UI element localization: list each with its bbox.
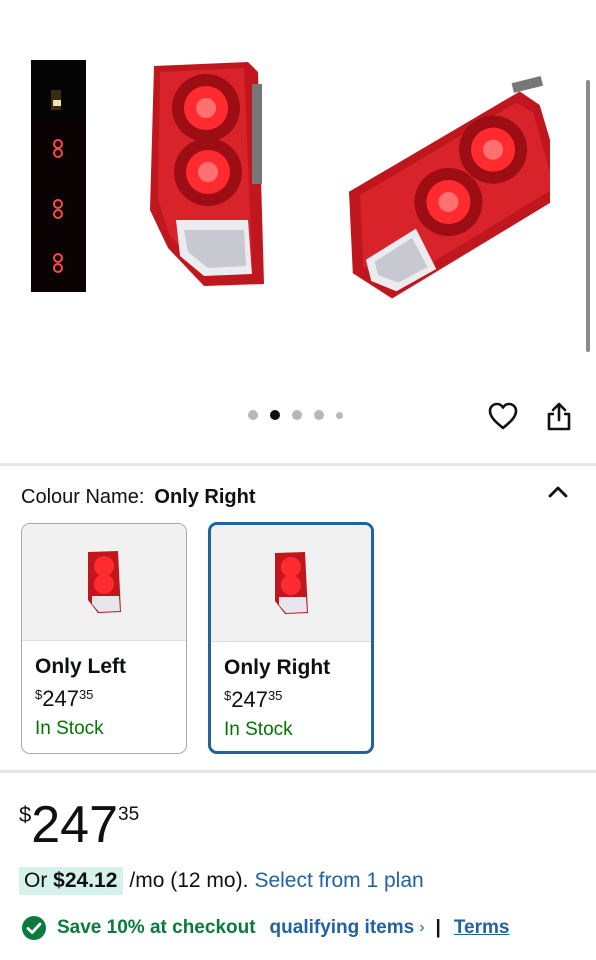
pagination-dot[interactable] xyxy=(336,411,343,419)
qualifying-items-link[interactable]: qualifying items xyxy=(270,917,415,939)
stock-status: In Stock xyxy=(224,719,293,740)
gallery-scrollbar[interactable] xyxy=(586,80,590,352)
price-fraction: 35 xyxy=(78,687,94,702)
thumbnail-2[interactable] xyxy=(31,118,86,176)
section-divider xyxy=(0,770,596,773)
pagination-dot-active[interactable] xyxy=(270,410,280,420)
share-button[interactable] xyxy=(542,399,576,433)
thumbnail-4[interactable] xyxy=(31,234,86,292)
option-name: Only Right xyxy=(224,656,331,679)
select-plan-link[interactable]: Select from 1 plan xyxy=(254,869,423,893)
chevron-up-icon xyxy=(548,486,568,498)
tail-light-left-image xyxy=(150,62,264,286)
price-whole: 247 xyxy=(231,687,268,712)
price-currency: $ xyxy=(224,688,232,703)
option-name: Only Left xyxy=(35,655,127,678)
option-price: $247 35 xyxy=(35,686,186,712)
product-main-image[interactable] xyxy=(140,60,550,300)
thumbnail-1[interactable] xyxy=(31,60,86,118)
price-fraction: 35 xyxy=(267,688,283,703)
section-divider xyxy=(0,463,596,466)
colour-name-row: Colour Name: Only Right xyxy=(21,486,256,509)
colour-label: Colour Name: xyxy=(21,486,145,508)
wishlist-button[interactable] xyxy=(486,399,520,433)
heart-icon xyxy=(488,402,518,430)
monthly-prefix: Or xyxy=(24,869,48,892)
monthly-amount: $24.12 xyxy=(53,869,118,892)
thumbnail-3[interactable] xyxy=(31,176,86,234)
price-currency: $ xyxy=(35,687,43,702)
price-fraction: 35 xyxy=(118,804,140,825)
thumbnail-strip[interactable] xyxy=(31,60,86,292)
price-whole: 247 xyxy=(42,686,79,711)
monthly-suffix: /mo (12 mo). xyxy=(129,869,249,892)
tail-light-right-image xyxy=(348,75,550,299)
colour-selected-value: Only Right xyxy=(154,486,256,508)
price-currency: $ xyxy=(19,802,32,827)
chevron-right-icon: › xyxy=(419,919,425,936)
colour-option-only-left[interactable]: Only Left $247 35 In Stock xyxy=(21,523,187,754)
check-circle-icon xyxy=(22,916,46,940)
share-icon xyxy=(547,402,571,431)
monthly-highlight: Or $24.12 xyxy=(19,867,124,895)
pagination-dot[interactable] xyxy=(248,410,258,420)
image-pagination-dots[interactable] xyxy=(248,410,343,420)
save-promo-text: Save 10% at checkout xyxy=(57,917,256,938)
separator: | xyxy=(435,917,441,938)
promo-row: Save 10% at checkout qualifying items › … xyxy=(21,915,509,941)
swatch-image xyxy=(22,524,186,641)
swatch-image xyxy=(211,525,371,642)
option-price: $247 35 xyxy=(224,687,371,713)
pagination-dot[interactable] xyxy=(314,410,324,420)
stock-status: In Stock xyxy=(35,718,104,739)
price-whole: 247 xyxy=(31,796,119,854)
pagination-dot[interactable] xyxy=(292,410,302,420)
monthly-payment-row: Or $24.12 /mo (12 mo). Select from 1 pla… xyxy=(19,867,424,895)
terms-link[interactable]: Terms xyxy=(454,917,510,939)
colour-option-only-right[interactable]: Only Right $247 35 In Stock xyxy=(208,522,374,754)
main-price: $ 247 35 xyxy=(19,798,139,852)
product-image-gallery[interactable] xyxy=(0,0,596,462)
collapse-colour-button[interactable] xyxy=(544,480,572,504)
